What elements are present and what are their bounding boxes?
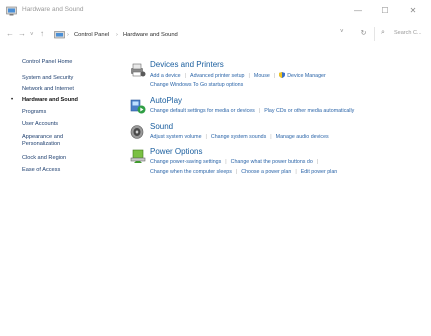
sound-link[interactable]: Sound [150, 122, 173, 131]
sidebar-item-ease-of-access[interactable]: Ease of Access [22, 167, 60, 174]
sidebar-item-network-and-internet[interactable]: Network and Internet [22, 86, 74, 93]
shield-icon [279, 72, 286, 78]
breadcrumb-control-panel[interactable]: Control Panel [74, 32, 109, 38]
sidebar-item-appearance-and-personalization[interactable]: Appearance and Personalization [22, 134, 92, 148]
recent-locations-icon[interactable]: ˅ [30, 30, 34, 40]
breadcrumb-hardware-and-sound[interactable]: Hardware and Sound [123, 32, 178, 38]
search-placeholder[interactable]: Search C... [394, 30, 422, 36]
address-bar[interactable]: › Control Panel › Hardware and Sound [51, 27, 355, 43]
printer-icon [131, 63, 146, 77]
search-box[interactable]: ⌕ Search C... [374, 27, 431, 41]
choose-a-power-plan-link[interactable]: Choose a power plan [241, 169, 291, 175]
forward-arrow-icon[interactable]: → [18, 29, 26, 39]
manage-audio-devices-link[interactable]: Manage audio devices [276, 134, 329, 140]
back-arrow-icon[interactable]: ← [6, 29, 14, 39]
breadcrumb-separator: › [67, 32, 69, 38]
sidebar-item-clock-and-region[interactable]: Clock and Region [22, 155, 66, 162]
advanced-printer-setup-link[interactable]: Advanced printer setup [190, 73, 244, 79]
maximize-button[interactable]: ☐ [370, 3, 400, 19]
category-links-row: Change when the computer sleeps | Choose a… [150, 169, 338, 175]
device-manager-link[interactable]: Device Manager [287, 73, 326, 79]
sidebar-item-system-and-security[interactable]: System and Security [22, 75, 73, 82]
speaker-icon [130, 125, 144, 139]
change-windows-to-go-startup-options-link[interactable]: Change Windows To Go startup options [150, 82, 243, 88]
category-links-row: Adjust system volume | Change system sound… [150, 134, 329, 140]
play-cds-automatically-link[interactable]: Play CDs or other media automatically [264, 108, 354, 114]
change-power-buttons-link[interactable]: Change what the power buttons do [231, 159, 313, 165]
search-icon: ⌕ [381, 29, 385, 36]
devices-and-printers-link[interactable]: Devices and Printers [150, 60, 224, 69]
control-panel-location-icon [54, 31, 65, 39]
address-dropdown-icon[interactable]: ˅ [340, 29, 344, 35]
adjust-system-volume-link[interactable]: Adjust system volume [150, 134, 202, 140]
category-links-row: Change power-saving settings | Change what… [150, 159, 319, 165]
close-button[interactable]: ✕ [398, 3, 428, 19]
refresh-icon[interactable]: ↻ [355, 27, 372, 41]
category-links-row: Add a device | Advanced printer setup | Mous… [150, 72, 326, 79]
autoplay-link[interactable]: AutoPlay [150, 96, 182, 105]
change-default-settings-link[interactable]: Change default settings for media or dev… [150, 108, 255, 114]
change-when-computer-sleeps-link[interactable]: Change when the computer sleeps [150, 169, 232, 175]
change-power-saving-settings-link[interactable]: Change power-saving settings [150, 159, 221, 165]
up-arrow-icon[interactable]: ↑ [40, 29, 44, 39]
change-system-sounds-link[interactable]: Change system sounds [211, 134, 266, 140]
autoplay-icon [130, 99, 146, 114]
active-item-bullet: • [11, 97, 14, 103]
window-title: Hardware and Sound [22, 6, 84, 13]
category-links-row: Change default settings for media or dev… [150, 108, 355, 114]
breadcrumb-separator: › [116, 32, 118, 38]
power-options-link[interactable]: Power Options [150, 147, 202, 156]
sidebar-item-control-panel-home[interactable]: Control Panel Home [22, 59, 72, 66]
sidebar-item-user-accounts[interactable]: User Accounts [22, 121, 58, 128]
edit-power-plan-link[interactable]: Edit power plan [301, 169, 338, 175]
control-panel-icon [6, 6, 17, 16]
title-bar: Hardware and Sound — ☐ ✕ [0, 0, 431, 24]
power-options-icon [130, 149, 146, 163]
sidebar-item-programs[interactable]: Programs [22, 109, 46, 116]
mouse-link[interactable]: Mouse [254, 73, 270, 79]
category-links-row: Change Windows To Go startup options [150, 82, 243, 88]
add-a-device-link[interactable]: Add a device [150, 73, 181, 79]
minimize-button[interactable]: — [343, 3, 373, 19]
sidebar-item-hardware-and-sound: Hardware and Sound [22, 97, 78, 103]
